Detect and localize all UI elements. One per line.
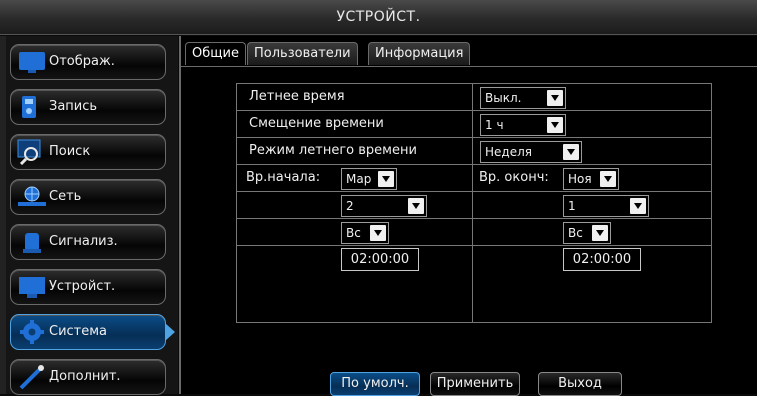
sidebar-item-device[interactable]: Устройст. bbox=[10, 269, 166, 305]
sidebar: Отображ. Запись Поиск Сеть Сигнализ. Уст… bbox=[0, 36, 178, 395]
chevron-down-icon bbox=[408, 198, 424, 214]
apply-button[interactable]: Применить bbox=[430, 372, 520, 396]
monitor-icon bbox=[19, 52, 45, 73]
sidebar-item-label: Система bbox=[49, 324, 108, 339]
chevron-down-icon bbox=[547, 117, 563, 133]
sidebar-item-alarm[interactable]: Сигнализ. bbox=[10, 224, 166, 260]
exit-button[interactable]: Выход bbox=[538, 372, 622, 396]
start-month-value: Мар bbox=[346, 172, 372, 186]
chevron-down-icon bbox=[563, 144, 579, 160]
offset-select[interactable]: 1 ч bbox=[480, 114, 566, 136]
dst-value: Выкл. bbox=[485, 91, 522, 105]
sidebar-item-advanced[interactable]: Дополнит. bbox=[10, 359, 166, 395]
sidebar-item-label: Поиск bbox=[49, 144, 91, 159]
tab-info[interactable]: Информация bbox=[368, 42, 471, 65]
window-title: УСТРОЙСТ. bbox=[0, 0, 757, 35]
sidebar-item-search[interactable]: Поиск bbox=[10, 134, 166, 170]
mode-select[interactable]: Неделя bbox=[480, 141, 582, 163]
sidebar-edge bbox=[0, 36, 6, 394]
end-month-value: Ноя bbox=[568, 172, 592, 186]
chevron-down-icon bbox=[630, 198, 646, 214]
alarm-icon bbox=[23, 233, 41, 253]
offset-label: Смещение времени bbox=[249, 116, 384, 131]
table-row: 2 1 bbox=[237, 192, 711, 219]
table-row: Вр.начала: Мар Вр. оконч: Ноя bbox=[237, 165, 711, 192]
start-day-value: Вс bbox=[346, 226, 361, 240]
table-row: 02:00:00 02:00:00 bbox=[237, 246, 711, 272]
end-month-select[interactable]: Ноя bbox=[563, 168, 619, 190]
chevron-down-icon bbox=[547, 90, 563, 106]
search-icon bbox=[17, 139, 41, 165]
sidebar-item-label: Сеть bbox=[49, 189, 82, 204]
sidebar-item-label: Сигнализ. bbox=[49, 234, 118, 249]
mode-label: Режим летнего времени bbox=[249, 143, 417, 158]
tab-users[interactable]: Пользователи bbox=[247, 42, 358, 65]
chevron-down-icon bbox=[370, 225, 386, 241]
network-icon bbox=[18, 186, 46, 206]
start-week-value: 2 bbox=[346, 199, 354, 213]
sidebar-item-network[interactable]: Сеть bbox=[10, 179, 166, 215]
mode-value: Неделя bbox=[485, 145, 532, 159]
record-icon bbox=[22, 96, 36, 118]
end-day-select[interactable]: Вс bbox=[563, 222, 611, 244]
start-time-input[interactable]: 02:00:00 bbox=[341, 248, 419, 271]
table-row: Вс Вс bbox=[237, 219, 711, 246]
table-row: Смещение времени 1 ч bbox=[237, 111, 711, 138]
end-week-select[interactable]: 1 bbox=[563, 195, 649, 217]
sidebar-item-display[interactable]: Отображ. bbox=[10, 44, 166, 80]
dst-select[interactable]: Выкл. bbox=[480, 87, 566, 109]
start-label: Вр.начала: bbox=[246, 170, 321, 185]
table-row: Летнее время Выкл. bbox=[237, 84, 711, 111]
start-day-select[interactable]: Вс bbox=[341, 222, 389, 244]
sidebar-item-system[interactable]: Система bbox=[10, 314, 175, 350]
device-icon bbox=[19, 277, 45, 298]
table-row: Режим летнего времени Неделя bbox=[237, 138, 711, 165]
dst-label: Летнее время bbox=[249, 89, 345, 104]
gear-icon bbox=[20, 320, 44, 344]
offset-value: 1 ч bbox=[485, 118, 504, 132]
tab-divider bbox=[181, 66, 757, 67]
end-day-value: Вс bbox=[568, 226, 583, 240]
start-week-select[interactable]: 2 bbox=[341, 195, 427, 217]
tools-icon bbox=[19, 365, 44, 390]
content-panel: Общие Пользователи Информация Летнее вре… bbox=[179, 36, 757, 396]
default-button[interactable]: По умолч. bbox=[330, 372, 420, 396]
chevron-down-icon bbox=[600, 171, 616, 187]
sidebar-item-record[interactable]: Запись bbox=[10, 89, 166, 125]
end-time-input[interactable]: 02:00:00 bbox=[563, 248, 641, 271]
chevron-down-icon bbox=[378, 171, 394, 187]
end-week-value: 1 bbox=[568, 199, 576, 213]
sidebar-item-label: Дополнит. bbox=[49, 369, 121, 384]
tab-general[interactable]: Общие bbox=[185, 42, 246, 65]
start-month-select[interactable]: Мар bbox=[341, 168, 397, 190]
sidebar-item-label: Отображ. bbox=[49, 54, 115, 69]
dst-settings-table: Летнее время Выкл. Смещение времени 1 ч … bbox=[236, 83, 712, 323]
sidebar-item-label: Запись bbox=[49, 99, 98, 114]
sidebar-item-label: Устройст. bbox=[49, 279, 116, 294]
chevron-down-icon bbox=[592, 225, 608, 241]
end-label: Вр. оконч: bbox=[479, 170, 549, 185]
